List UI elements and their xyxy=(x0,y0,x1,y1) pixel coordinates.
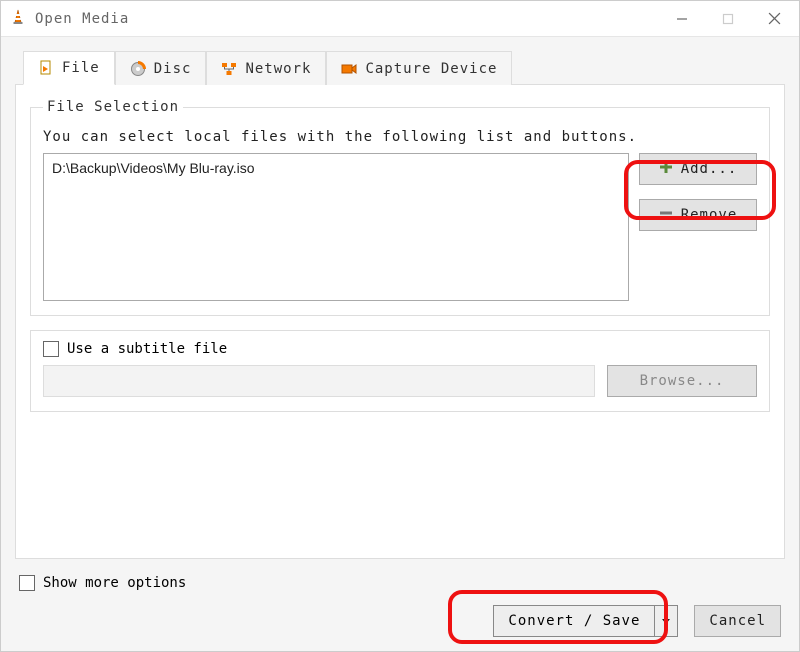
tab-strip: File Disc Network Capture Device xyxy=(15,51,785,85)
tab-label: Disc xyxy=(154,61,192,77)
convert-save-dropdown[interactable] xyxy=(654,605,678,637)
browse-button: Browse... xyxy=(607,365,757,397)
disc-icon xyxy=(130,61,146,77)
remove-button[interactable]: Remove xyxy=(639,199,757,231)
cancel-button[interactable]: Cancel xyxy=(694,605,781,637)
tab-panel-file: File Selection You can select local file… xyxy=(15,84,785,559)
subtitle-group: Use a subtitle file Browse... xyxy=(30,330,770,412)
file-selection-hint: You can select local files with the foll… xyxy=(43,129,757,145)
tab-label: Capture Device xyxy=(365,61,497,77)
file-selection-group: File Selection You can select local file… xyxy=(30,99,770,316)
show-more-options-label: Show more options xyxy=(43,575,186,591)
close-button[interactable] xyxy=(751,3,797,35)
show-more-options-checkbox[interactable] xyxy=(19,575,35,591)
subtitle-path-input xyxy=(43,365,595,397)
titlebar: Open Media xyxy=(1,1,799,37)
tab-label: Network xyxy=(245,61,311,77)
subtitle-label: Use a subtitle file xyxy=(67,341,227,357)
vlc-icon xyxy=(9,8,27,30)
file-icon xyxy=(38,60,54,76)
subtitle-checkbox[interactable] xyxy=(43,341,59,357)
maximize-button[interactable] xyxy=(705,3,751,35)
button-label: Browse... xyxy=(640,373,725,389)
tab-capture[interactable]: Capture Device xyxy=(326,51,512,85)
convert-save-button[interactable]: Convert / Save xyxy=(493,605,678,637)
file-list-item[interactable]: D:\Backup\Videos\My Blu-ray.iso xyxy=(52,160,620,176)
tab-file[interactable]: File xyxy=(23,51,115,85)
minimize-button[interactable] xyxy=(659,3,705,35)
button-label: Add... xyxy=(681,161,738,177)
open-media-dialog: Open Media File Disc xyxy=(0,0,800,652)
file-list[interactable]: D:\Backup\Videos\My Blu-ray.iso xyxy=(43,153,629,301)
button-label: Remove xyxy=(681,207,738,223)
button-label: Convert / Save xyxy=(508,613,640,629)
capture-icon xyxy=(341,61,357,77)
file-selection-legend: File Selection xyxy=(43,99,183,115)
add-button[interactable]: Add... xyxy=(639,153,757,185)
window-title: Open Media xyxy=(35,11,129,27)
plus-icon xyxy=(659,160,673,178)
tab-network[interactable]: Network xyxy=(206,51,326,85)
button-label: Cancel xyxy=(709,613,766,629)
show-more-options-row: Show more options xyxy=(15,569,785,597)
minus-icon xyxy=(659,206,673,224)
tab-disc[interactable]: Disc xyxy=(115,51,207,85)
tab-label: File xyxy=(62,60,100,76)
network-icon xyxy=(221,61,237,77)
